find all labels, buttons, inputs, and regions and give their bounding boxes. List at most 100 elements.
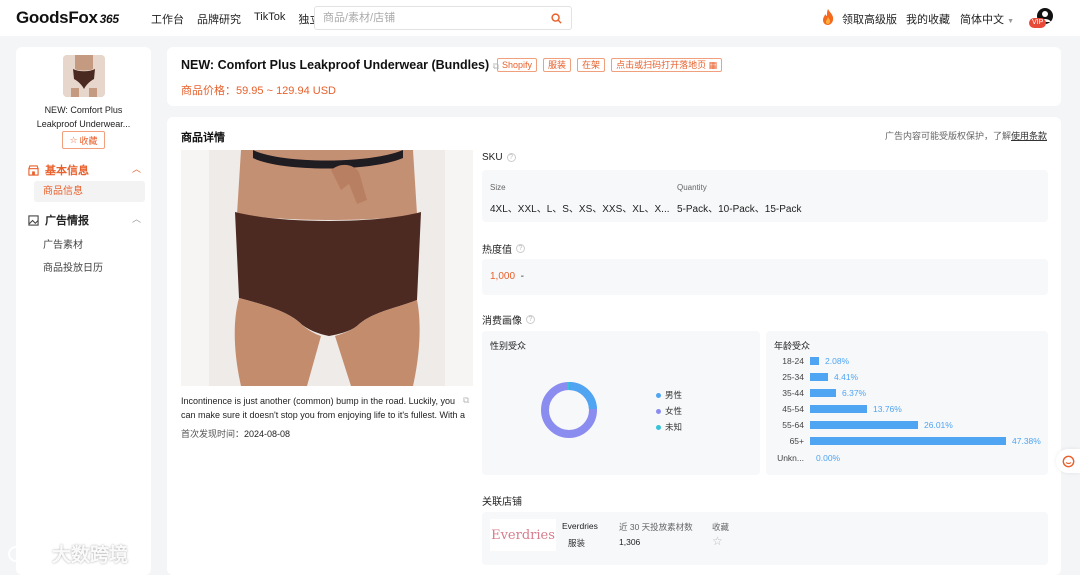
top-navbar: GoodsFox365 工作台 品牌研究 TikTok 独立站 领取高级版 我的… bbox=[0, 0, 1080, 36]
main-nav: 工作台 品牌研究 TikTok 独立站 bbox=[151, 11, 331, 27]
legend-female: 女性 bbox=[656, 405, 682, 417]
age-row: 45-54 13.76% bbox=[766, 403, 1048, 415]
language-label: 简体中文 bbox=[960, 14, 1004, 26]
terms-link[interactable]: 使用条款 bbox=[1011, 131, 1047, 141]
nav-item-tiktok[interactable]: TikTok bbox=[254, 11, 285, 27]
legend-unknown: 未知 bbox=[656, 421, 682, 433]
product-thumbnail[interactable] bbox=[63, 55, 105, 97]
age-audience-box: 年龄受众 18-24 2.08% 25-34 4.41% 35-44 6.37% 45… bbox=[766, 331, 1048, 475]
menu-section-basic-info[interactable]: 基本信息 ︿ bbox=[28, 162, 141, 178]
price-value: 59.95 ~ 129.94 USD bbox=[236, 85, 336, 97]
goodsfox-logo[interactable]: GoodsFox 365 bbox=[16, 8, 119, 28]
qr-code-icon: ▦ bbox=[708, 60, 718, 70]
age-bar bbox=[810, 437, 1006, 445]
chevron-up-icon: ︿ bbox=[132, 164, 142, 174]
ads-count-label: 近 30 天投放素材数 bbox=[619, 522, 693, 532]
sidebar-item-ad-creatives[interactable]: 广告素材 bbox=[43, 236, 83, 251]
store-category: 服装 bbox=[568, 538, 586, 548]
landing-page-link[interactable]: 点击或扫码打开落地页 ▦ bbox=[611, 58, 723, 72]
age-row: Unkn... 0.00% bbox=[766, 452, 1048, 464]
copyright-notice: 广告内容可能受版权保护，了解使用条款 bbox=[885, 129, 1047, 142]
age-label: 55-64 bbox=[782, 420, 804, 430]
age-label: Unkn... bbox=[777, 453, 804, 463]
star-icon[interactable]: ☆ bbox=[712, 534, 723, 548]
age-label: 25-34 bbox=[782, 372, 804, 382]
product-title-text: NEW: Comfort Plus Leakproof Underwear (B… bbox=[181, 58, 490, 72]
age-pct: 6.37% bbox=[842, 388, 867, 398]
size-values: 4XL、XXL、L、S、XS、XXS、XL、X... bbox=[490, 204, 670, 215]
heat-box: 1,000 - bbox=[482, 259, 1048, 295]
product-image[interactable] bbox=[181, 150, 473, 386]
nav-item-brand-research[interactable]: 品牌研究 bbox=[197, 11, 241, 27]
legend-label: 女性 bbox=[665, 406, 683, 416]
sidebar: NEW: Comfort Plus Leakproof Underwear...… bbox=[16, 47, 151, 575]
watermark-logo: 大数跨境 bbox=[8, 540, 128, 567]
sidebar-item-product-info[interactable]: 商品信息 bbox=[34, 181, 145, 202]
legend-label: 未知 bbox=[665, 422, 683, 432]
gender-donut bbox=[541, 381, 597, 438]
tag-platform: Shopify bbox=[497, 58, 538, 72]
star-icon: ☆ bbox=[69, 134, 78, 145]
store-favorite-label: 收藏 bbox=[712, 522, 730, 532]
quantity-values: 5-Pack、10-Pack、15-Pack bbox=[677, 204, 802, 215]
vip-badge: VIP bbox=[1029, 18, 1047, 28]
first-seen-label: 首次发现时间： bbox=[181, 429, 245, 439]
age-row: 35-44 6.37% bbox=[766, 387, 1048, 399]
age-row: 55-64 26.01% bbox=[766, 419, 1048, 431]
gender-title: 性别受众 bbox=[490, 341, 527, 351]
logo-suffix: 365 bbox=[99, 12, 119, 26]
help-icon[interactable]: ? bbox=[526, 315, 535, 324]
chat-icon bbox=[1062, 455, 1074, 467]
search-box bbox=[314, 6, 572, 30]
age-pct: 47.38% bbox=[1012, 436, 1041, 446]
copy-icon[interactable]: ⧉ bbox=[463, 395, 469, 406]
menu-section-label: 广告情报 bbox=[45, 215, 89, 227]
nav-item-workspace[interactable]: 工作台 bbox=[151, 11, 184, 27]
first-seen: 首次发现时间：2024-08-08 bbox=[181, 427, 290, 440]
search-input[interactable] bbox=[315, 7, 537, 29]
store-logo[interactable]: Everdries bbox=[490, 519, 556, 551]
legend-male: 男性 bbox=[656, 389, 682, 401]
age-bar bbox=[810, 389, 836, 397]
heat-number: 1,000 bbox=[490, 271, 516, 282]
chat-support-button[interactable] bbox=[1056, 449, 1080, 473]
landing-page-label: 点击或扫码打开落地页 bbox=[616, 60, 707, 70]
sku-box: Size 4XL、XXL、L、S、XS、XXS、XL、X... Quantity… bbox=[482, 170, 1048, 222]
help-icon[interactable]: ? bbox=[516, 244, 525, 253]
watermark-icon bbox=[8, 545, 46, 562]
age-title: 年龄受众 bbox=[774, 341, 811, 351]
age-label: 18-24 bbox=[782, 356, 804, 366]
favorite-label: 收藏 bbox=[79, 135, 98, 146]
store-title: 关联店铺 bbox=[482, 497, 522, 508]
upgrade-link[interactable]: 领取高级版 bbox=[842, 11, 897, 27]
fire-icon bbox=[823, 9, 834, 25]
product-price: 商品价格：59.95 ~ 129.94 USD bbox=[181, 82, 336, 98]
age-pct: 2.08% bbox=[825, 356, 850, 366]
product-tags: Shopify 服装 在架 点击或扫码打开落地页 ▦ bbox=[497, 58, 723, 72]
heat-value: 1,000 - bbox=[490, 271, 524, 282]
store-name[interactable]: Everdries bbox=[562, 521, 598, 531]
first-seen-date: 2024-08-08 bbox=[244, 429, 291, 439]
product-header: NEW: Comfort Plus Leakproof Underwear (B… bbox=[167, 47, 1061, 106]
help-icon[interactable]: ? bbox=[506, 153, 516, 162]
search-button[interactable] bbox=[541, 7, 571, 29]
audience-title-text: 消费画像 bbox=[482, 316, 522, 327]
age-row: 25-34 4.41% bbox=[766, 371, 1048, 383]
favorite-button[interactable]: ☆ 收藏 bbox=[62, 131, 105, 149]
language-select[interactable]: 简体中文 ▼ bbox=[960, 11, 1014, 27]
age-bar bbox=[810, 405, 867, 413]
chevron-down-icon: ▼ bbox=[1007, 18, 1014, 25]
store-row[interactable]: Everdries Everdries 服装 近 30 天投放素材数 1,306… bbox=[482, 512, 1048, 565]
age-label: 65+ bbox=[789, 436, 804, 446]
sidebar-item-ad-calendar[interactable]: 商品投放日历 bbox=[43, 259, 103, 274]
user-avatar[interactable]: VIP bbox=[1027, 8, 1055, 28]
image-icon bbox=[28, 214, 39, 226]
product-details-card: 商品详情 广告内容可能受版权保护，了解使用条款 Incontinence is … bbox=[167, 117, 1061, 575]
watermark-text: 大数跨境 bbox=[52, 545, 129, 566]
heat-title-text: 热度值 bbox=[482, 245, 512, 256]
menu-section-ad-intel[interactable]: 广告情报 ︿ bbox=[28, 212, 141, 228]
quantity-label: Quantity bbox=[677, 183, 707, 192]
my-favorites-link[interactable]: 我的收藏 bbox=[906, 11, 950, 27]
legend-label: 男性 bbox=[665, 390, 683, 400]
heat-title: 热度值? bbox=[482, 241, 525, 256]
